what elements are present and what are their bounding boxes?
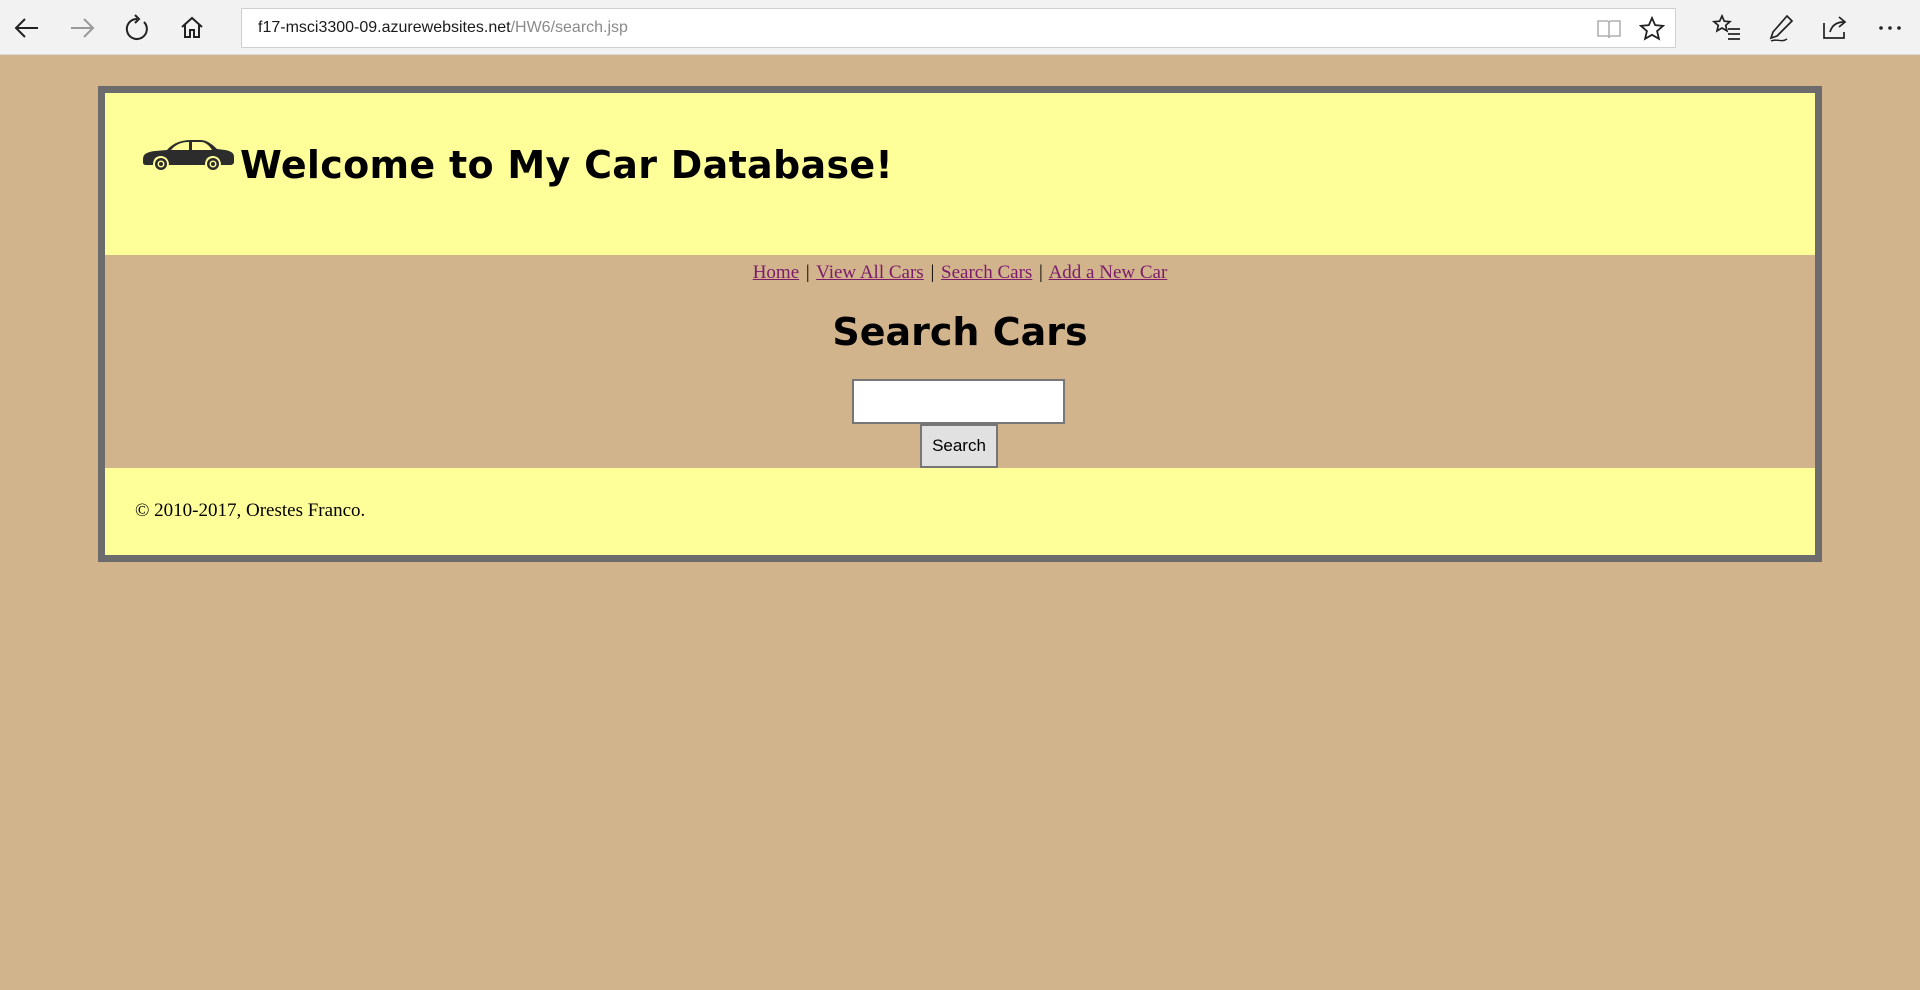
forward-arrow-icon[interactable] — [64, 10, 100, 46]
site-footer: © 2010-2017, Orestes Franco. — [105, 468, 1815, 555]
search-button[interactable]: Search — [920, 424, 998, 468]
nav-link-home[interactable]: Home — [753, 262, 799, 283]
reading-view-icon[interactable] — [1595, 15, 1623, 43]
more-icon[interactable] — [1872, 10, 1908, 46]
url-host: f17-msci3300-09.azurewebsites.net — [258, 19, 511, 36]
nav-link-view-all-cars[interactable]: View All Cars — [816, 262, 924, 283]
nav-separator: | — [930, 262, 935, 283]
star-icon[interactable] — [1638, 15, 1666, 43]
site-title: Welcome to My Car Database! — [240, 143, 894, 187]
favorites-list-icon[interactable] — [1709, 10, 1745, 46]
site-header: Welcome to My Car Database! — [105, 93, 1815, 255]
nav-link-search-cars[interactable]: Search Cars — [941, 262, 1032, 283]
address-bar[interactable]: f17-msci3300-09.azurewebsites.net/HW6/se… — [241, 8, 1676, 48]
pen-icon[interactable] — [1764, 10, 1800, 46]
page-container: Welcome to My Car Database! Home | View … — [98, 86, 1822, 562]
main-nav: Home | View All Cars | Search Cars | Add… — [105, 261, 1815, 285]
back-arrow-icon[interactable] — [9, 10, 45, 46]
page-title: Search Cars — [832, 310, 1088, 354]
share-icon[interactable] — [1817, 10, 1853, 46]
refresh-icon[interactable] — [119, 10, 155, 46]
copyright-text: © 2010-2017, Orestes Franco. — [135, 500, 366, 521]
car-icon — [143, 140, 234, 170]
browser-toolbar: f17-msci3300-09.azurewebsites.net/HW6/se… — [0, 0, 1920, 55]
nav-separator: | — [805, 262, 810, 283]
nav-link-add-new-car[interactable]: Add a New Car — [1049, 262, 1168, 283]
nav-separator: | — [1039, 262, 1043, 283]
search-input[interactable] — [852, 379, 1065, 424]
home-icon[interactable] — [174, 10, 210, 46]
url-path: /HW6/search.jsp — [510, 19, 628, 36]
